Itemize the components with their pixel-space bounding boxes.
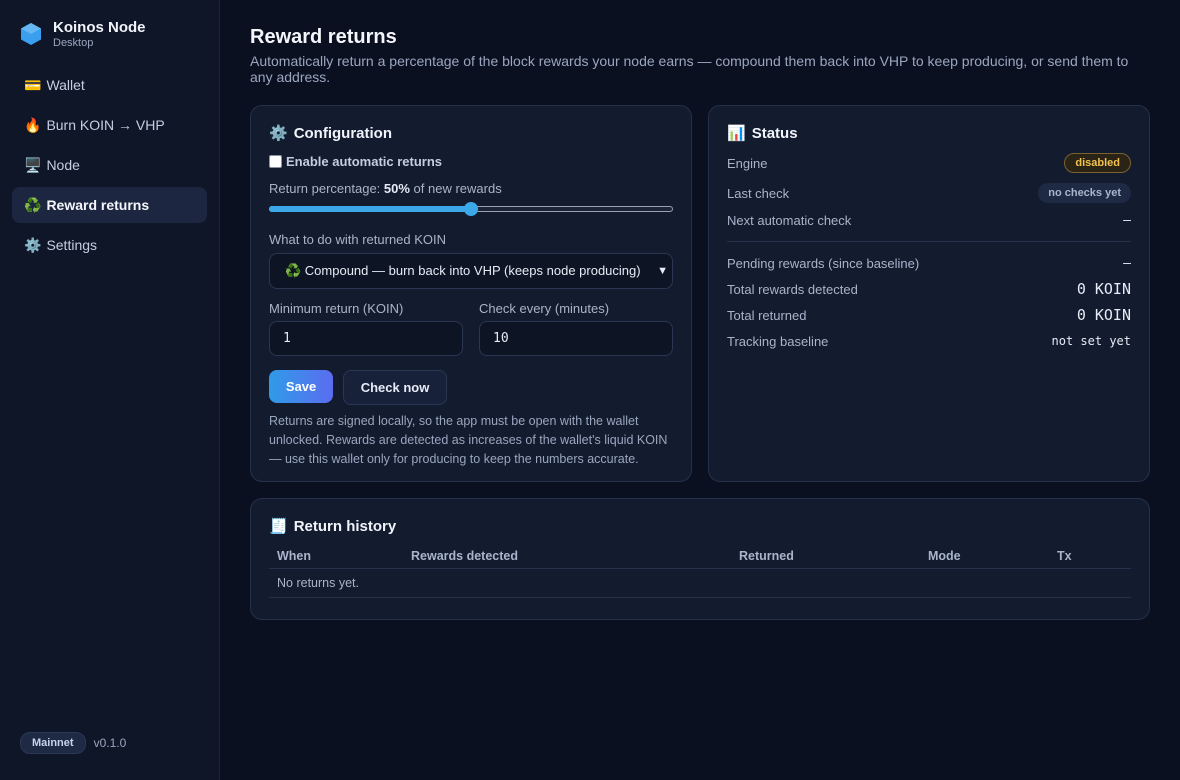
- bar-chart-icon: 📊: [727, 125, 746, 142]
- action-select[interactable]: ♻️ Compound — burn back into VHP (keeps …: [269, 253, 673, 289]
- baseline-label: Tracking baseline: [727, 333, 829, 349]
- configuration-title: Configuration: [293, 124, 393, 142]
- sidebar-item-label: Node: [46, 157, 80, 173]
- next-check-value: –: [1123, 212, 1131, 228]
- minimum-return-label: Minimum return (KOIN): [269, 301, 404, 316]
- percentage-suffix: of new rewards: [409, 181, 502, 196]
- column-rewards-detected: Rewards detected: [411, 549, 518, 563]
- table-header: When Rewards detected Returned Mode Tx: [269, 549, 1131, 569]
- empty-state: No returns yet.: [277, 576, 359, 590]
- total-returned-row: Total returned 0 KOIN: [727, 304, 1131, 326]
- return-history-card: 🧾 Return history When Rewards detected R…: [250, 498, 1150, 620]
- check-interval-group: Check every (minutes) 10: [479, 301, 673, 356]
- configuration-card: ⚙️ Configuration Enable automatic return…: [250, 105, 692, 482]
- return-percentage-slider[interactable]: [269, 202, 673, 216]
- enable-returns-row[interactable]: Enable automatic returns: [269, 154, 673, 169]
- network-badge: Mainnet: [20, 732, 86, 754]
- min-interval-row: Minimum return (KOIN) 1 Check every (min…: [269, 301, 673, 356]
- check-now-button[interactable]: Check now: [343, 370, 447, 405]
- pending-rewards-row: Pending rewards (since baseline) —: [727, 252, 1131, 274]
- engine-status-badge: disabled: [1064, 153, 1131, 173]
- gear-icon: ⚙️: [24, 236, 42, 253]
- hexagon-logo-icon: [21, 23, 41, 45]
- total-returned-label: Total returned: [727, 307, 807, 323]
- action-label: What to do with returned KOIN: [269, 232, 447, 247]
- next-check-label: Next automatic check: [727, 212, 852, 228]
- app-name: Koinos Node: [53, 19, 146, 36]
- status-title-row: 📊 Status: [727, 124, 1131, 143]
- column-mode: Mode: [928, 549, 961, 563]
- brand: Koinos Node Desktop: [20, 19, 146, 49]
- enable-returns-label: Enable automatic returns: [286, 154, 443, 169]
- config-buttons: Save Check now: [269, 370, 673, 405]
- status-card: 📊 Status Engine disabled Last check no c…: [708, 105, 1150, 482]
- baseline-row: Tracking baseline not set yet: [727, 330, 1131, 352]
- sidebar-item-label: Wallet: [46, 77, 85, 93]
- page-description: Automatically return a percentage of the…: [250, 53, 1129, 85]
- status-divider: [727, 241, 1131, 242]
- last-check-badge: no checks yet: [1038, 183, 1131, 203]
- history-title: Return history: [293, 517, 397, 535]
- engine-label: Engine: [727, 155, 768, 171]
- column-tx: Tx: [1057, 549, 1072, 563]
- column-returned: Returned: [739, 549, 794, 563]
- table-row: No returns yet.: [269, 569, 1131, 598]
- return-history-table: When Rewards detected Returned Mode Tx N…: [269, 549, 1131, 598]
- last-check-row: Last check no checks yet: [727, 182, 1131, 204]
- sidebar-item-burn[interactable]: 🔥 Burn KOIN → VHP: [12, 107, 207, 143]
- percentage-prefix: Return percentage:: [269, 181, 384, 196]
- config-note: Returns are signed locally, so the app m…: [269, 414, 668, 466]
- sidebar-item-node[interactable]: 🖥️ Node: [12, 147, 207, 183]
- action-select-value: ♻️ Compound — burn back into VHP (keeps …: [285, 263, 641, 278]
- minimum-return-group: Minimum return (KOIN) 1: [269, 301, 463, 356]
- sidebar-item-settings[interactable]: ⚙️ Settings: [12, 227, 207, 263]
- sidebar-item-label: Burn KOIN → VHP: [46, 117, 165, 133]
- fire-icon: 🔥: [24, 116, 42, 133]
- enable-returns-checkbox[interactable]: [269, 155, 282, 168]
- network-info: Mainnet v0.1.0: [20, 732, 126, 754]
- baseline-value: not set yet: [1051, 334, 1131, 348]
- page-title: Reward returns: [250, 26, 397, 48]
- sidebar-item-wallet[interactable]: 💳 Wallet: [12, 67, 207, 103]
- check-interval-label: Check every (minutes): [479, 301, 610, 316]
- total-detected-row: Total rewards detected 0 KOIN: [727, 278, 1131, 300]
- sidebar-item-reward-returns[interactable]: ♻️ Reward returns: [12, 187, 207, 223]
- total-returned-value: 0 KOIN: [1076, 306, 1131, 324]
- engine-row: Engine disabled: [727, 152, 1131, 174]
- return-percentage-label: Return percentage: 50% of new rewards: [269, 181, 673, 196]
- check-interval-input[interactable]: 10: [479, 321, 673, 356]
- app-version: v0.1.0: [93, 736, 127, 750]
- slider-thumb[interactable]: [464, 202, 478, 216]
- recycle-icon: ♻️: [24, 196, 42, 213]
- desktop-computer-icon: 🖥️: [24, 156, 42, 173]
- total-detected-label: Total rewards detected: [727, 281, 858, 297]
- column-when: When: [277, 549, 312, 563]
- slider-fill: [269, 206, 471, 212]
- chevron-down-icon: ▼: [657, 265, 668, 277]
- history-title-row: 🧾 Return history: [269, 517, 1131, 536]
- percentage-value: 50%: [383, 181, 410, 196]
- status-title: Status: [751, 124, 798, 142]
- minimum-return-input[interactable]: 1: [269, 321, 463, 356]
- gear-icon: ⚙️: [269, 125, 288, 142]
- configuration-title-row: ⚙️ Configuration: [269, 124, 673, 143]
- credit-card-icon: 💳: [24, 76, 42, 93]
- app-subtitle: Desktop: [53, 37, 94, 49]
- sidebar-item-label: Reward returns: [46, 197, 150, 213]
- receipt-icon: 🧾: [269, 518, 288, 535]
- save-button[interactable]: Save: [269, 370, 333, 403]
- sidebar-item-label: Settings: [46, 237, 98, 253]
- total-detected-value: 0 KOIN: [1076, 280, 1131, 298]
- next-check-row: Next automatic check –: [727, 209, 1131, 231]
- pending-rewards-label: Pending rewards (since baseline): [727, 255, 920, 271]
- sidebar-nav: 💳 Wallet 🔥 Burn KOIN → VHP 🖥️ Node ♻️ Re…: [12, 67, 207, 267]
- pending-rewards-value: —: [1123, 255, 1131, 271]
- last-check-label: Last check: [727, 185, 790, 201]
- sidebar: Koinos Node Desktop 💳 Wallet 🔥 Burn KOIN…: [0, 0, 220, 780]
